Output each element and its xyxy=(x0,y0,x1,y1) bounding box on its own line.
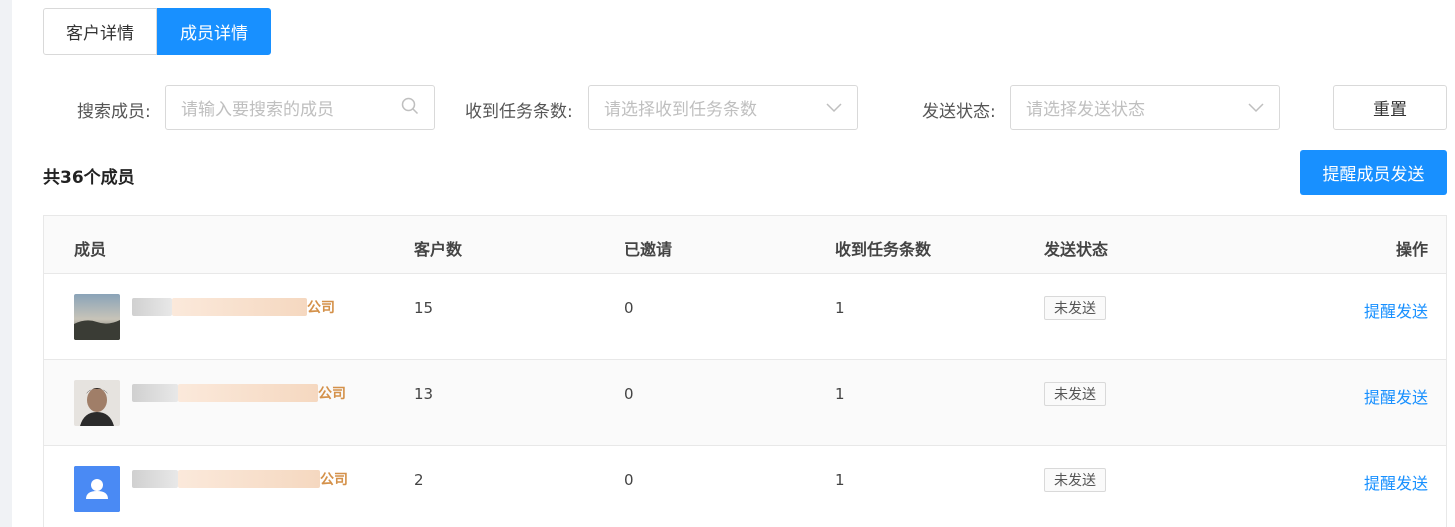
tab-member-details[interactable]: 成员详情 xyxy=(157,8,271,55)
avatar xyxy=(74,294,120,340)
member-company: 公司 xyxy=(318,386,346,402)
header-customers: 客户数 xyxy=(414,240,463,259)
table-row: 公司 15 0 1 未发送 提醒发送 xyxy=(44,274,1446,360)
member-table: 成员 客户数 已邀请 收到任务条数 发送状态 操作 公司 15 0 1 未发送 … xyxy=(43,215,1447,527)
member-company: 公司 xyxy=(320,472,348,488)
chevron-down-icon xyxy=(1248,98,1264,117)
task-count: 1 xyxy=(835,385,845,403)
avatar xyxy=(74,380,120,426)
reset-button[interactable]: 重置 xyxy=(1333,85,1447,130)
task-count: 1 xyxy=(835,299,845,317)
header-member: 成员 xyxy=(74,240,107,259)
member-name: 公司 xyxy=(132,298,335,316)
send-status-label: 发送状态: xyxy=(922,102,996,122)
customer-count: 13 xyxy=(414,385,434,403)
header-invited: 已邀请 xyxy=(624,240,673,259)
status-badge: 未发送 xyxy=(1044,468,1106,492)
search-member-label: 搜索成员: xyxy=(77,102,151,122)
member-total-count: 共36个成员 xyxy=(43,168,135,188)
header-actions: 操作 xyxy=(1395,240,1428,259)
left-sidebar-edge xyxy=(0,0,12,527)
search-member-input[interactable]: 请输入要搜索的成员 xyxy=(165,85,435,130)
member-company: 公司 xyxy=(307,300,335,316)
status-badge: 未发送 xyxy=(1044,382,1106,406)
tab-customer-details[interactable]: 客户详情 xyxy=(43,8,157,55)
member-name: 公司 xyxy=(132,384,346,402)
invited-count: 0 xyxy=(624,299,634,317)
send-status-select[interactable]: 请选择发送状态 xyxy=(1010,85,1280,130)
remind-send-link[interactable]: 提醒发送 xyxy=(1364,470,1428,494)
member-name: 公司 xyxy=(132,470,348,488)
task-count: 1 xyxy=(835,471,845,489)
chevron-down-icon xyxy=(826,98,842,117)
customer-count: 15 xyxy=(414,299,434,317)
search-icon[interactable] xyxy=(401,97,419,119)
invited-count: 0 xyxy=(624,471,634,489)
search-member-placeholder: 请输入要搜索的成员 xyxy=(181,100,334,120)
task-count-placeholder: 请选择收到任务条数 xyxy=(604,100,757,120)
remind-send-link[interactable]: 提醒发送 xyxy=(1364,298,1428,322)
table-header: 成员 客户数 已邀请 收到任务条数 发送状态 操作 xyxy=(44,216,1446,274)
task-count-label: 收到任务条数: xyxy=(465,102,573,122)
customer-count: 2 xyxy=(414,471,424,489)
default-avatar-icon xyxy=(74,466,120,512)
send-status-placeholder: 请选择发送状态 xyxy=(1026,100,1145,120)
table-row: 公司 2 0 1 未发送 提醒发送 xyxy=(44,446,1446,527)
detail-tabs: 客户详情 成员详情 xyxy=(43,8,271,55)
invited-count: 0 xyxy=(624,385,634,403)
remind-members-button[interactable]: 提醒成员发送 xyxy=(1300,150,1447,195)
table-row: 公司 13 0 1 未发送 提醒发送 xyxy=(44,360,1446,446)
task-count-select[interactable]: 请选择收到任务条数 xyxy=(588,85,858,130)
header-tasks: 收到任务条数 xyxy=(835,240,932,259)
remind-send-link[interactable]: 提醒发送 xyxy=(1364,384,1428,408)
status-badge: 未发送 xyxy=(1044,296,1106,320)
header-status: 发送状态 xyxy=(1044,240,1109,259)
